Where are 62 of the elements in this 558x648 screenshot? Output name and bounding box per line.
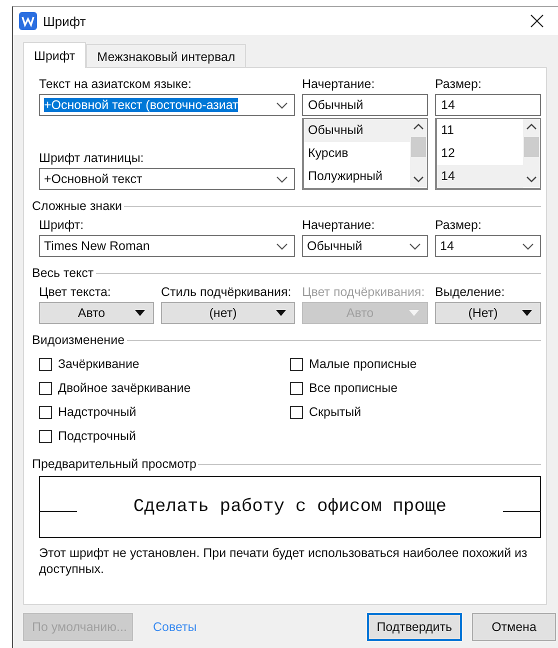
window-title: Шрифт [43, 14, 87, 28]
chevron-icon [522, 242, 534, 250]
triangle-icon [276, 310, 286, 316]
app-logo-icon [19, 12, 37, 30]
scrollbar-drawing [523, 119, 540, 187]
list-item[interactable]: Полужирный [304, 165, 410, 188]
font-dropdown[interactable]: +Основной текст (восточно-азиат [39, 94, 295, 116]
dropdown[interactable]: 14 [435, 235, 541, 257]
font-dropdown[interactable]: +Основной текст [39, 168, 295, 190]
checkbox-option[interactable]: Малые прописные [290, 357, 417, 371]
field-label: Начертание: [302, 77, 376, 93]
preview-text: Сделать работу с офисом проще [132, 497, 448, 517]
triangle-icon [409, 310, 419, 316]
chevron-icon [276, 102, 288, 108]
checkbox-option[interactable]: Двойное зачёркивание [39, 381, 191, 395]
list-item[interactable]: 11 [437, 119, 523, 142]
close-icon [530, 14, 544, 28]
triangle-icon [522, 310, 532, 316]
section-title: Видоизменение [32, 333, 125, 347]
field-value: Обычный [308, 98, 364, 112]
field-label: Цвет текста: [39, 285, 112, 301]
field-value: 14 [441, 98, 455, 112]
text-field[interactable]: 14 [435, 94, 541, 116]
checkbox-option[interactable]: Зачёркивание [39, 357, 140, 371]
field-label: Стиль подчёркивания: [161, 285, 292, 301]
dropdown[interactable]: Times New Roman [39, 235, 295, 257]
text-field[interactable]: Обычный [302, 94, 428, 116]
dialog-button[interactable]: Подтвердить [366, 613, 462, 641]
checkbox-option[interactable]: Все прописные [290, 381, 398, 395]
chevron-icon [409, 242, 421, 250]
field-label: Шрифт: [39, 218, 85, 234]
section-title: Сложные знаки [32, 199, 122, 213]
chevron-icon [276, 176, 288, 182]
scrollbar-drawing [410, 119, 427, 187]
list-item[interactable]: Обычный [304, 119, 410, 142]
field-label: Текст на азиатском языке: [39, 77, 192, 93]
field-label: Выделение: [435, 285, 506, 301]
list-item[interactable]: 14 [437, 165, 523, 188]
field-label: Размер: [435, 77, 482, 93]
checkbox-option[interactable]: Подстрочный [39, 429, 136, 443]
dropdown[interactable]: Обычный [302, 235, 428, 257]
tab[interactable]: Межзнаковый интервал [86, 44, 246, 67]
dropdown[interactable]: (нет) [161, 302, 295, 324]
list-box[interactable]: 11 12 14 [435, 118, 541, 190]
dropdown[interactable]: (Нет) [435, 302, 541, 324]
chevron-icon [276, 242, 288, 250]
list-box[interactable]: Обычный Курсив Полужирный [302, 118, 428, 190]
section-title: Весь текст [32, 266, 94, 280]
font-warning-text: Этот шрифт не установлен. При печати будет использоваться наиболее похожий из доступных. [39, 545, 528, 577]
field-label: Начертание: [302, 218, 376, 234]
list-item[interactable]: Курсив [304, 142, 410, 165]
field-label: Шрифт латиницы: [39, 151, 145, 167]
tab[interactable]: Шрифт [23, 42, 86, 68]
field-label: Размер: [435, 218, 482, 234]
dropdown[interactable]: Авто [39, 302, 154, 324]
section-title: Предварительный просмотр [32, 457, 196, 471]
dialog-button[interactable]: Отмена [472, 613, 556, 641]
triangle-icon [135, 310, 145, 316]
checkbox-option[interactable]: Скрытый [290, 405, 362, 419]
field-label: Цвет подчёркивания: [302, 285, 426, 301]
list-item[interactable]: 12 [437, 142, 523, 165]
checkbox-option[interactable]: Надстрочный [39, 405, 136, 419]
